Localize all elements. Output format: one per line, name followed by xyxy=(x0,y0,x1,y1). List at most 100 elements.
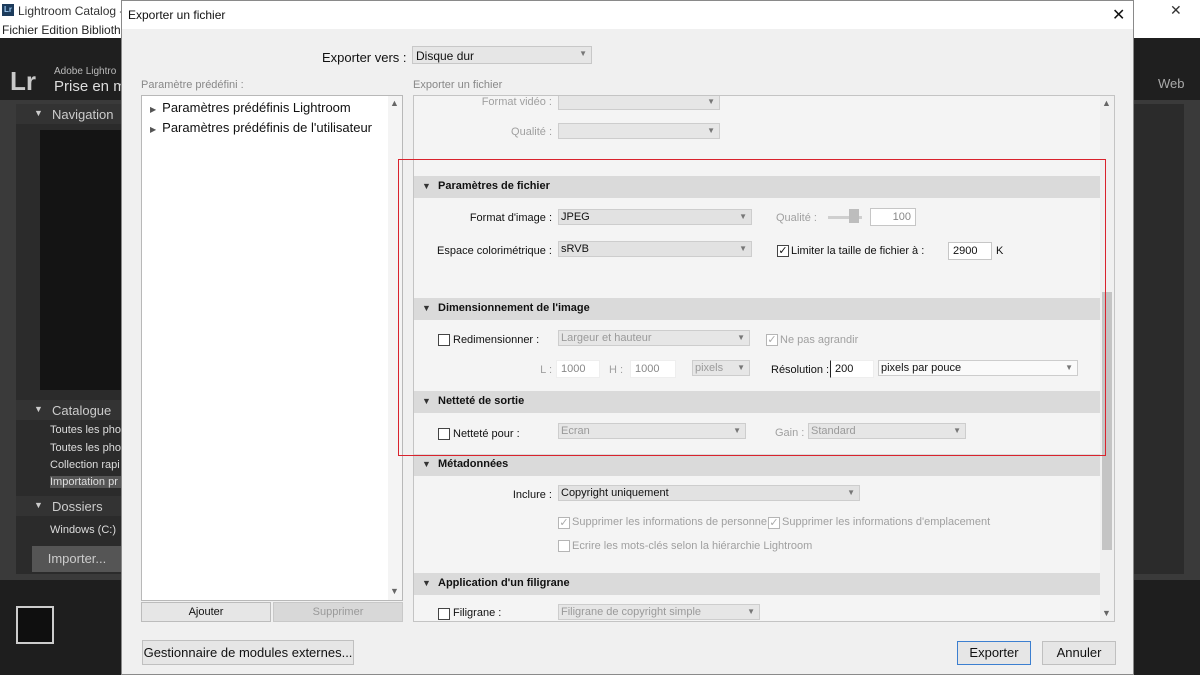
settings-scrollbar[interactable]: ▲ ▼ xyxy=(1100,96,1114,621)
quality-input[interactable]: 100 xyxy=(870,208,916,226)
remove-location-info-checkbox[interactable]: ✓ xyxy=(768,517,780,529)
resolution-input[interactable]: 200 xyxy=(830,360,874,378)
width-input[interactable]: 1000 xyxy=(556,360,600,378)
preset-scrollbar[interactable]: ▲ ▼ xyxy=(388,96,402,600)
watermark-header[interactable]: ▼ Application d'un filigrane xyxy=(414,573,1100,595)
catalog-item[interactable]: Collection rapi xyxy=(50,459,122,471)
file-settings-header[interactable]: ▼ Paramètres de fichier xyxy=(414,176,1100,198)
resize-mode-select[interactable]: Largeur et hauteur ▼ xyxy=(558,330,750,346)
scroll-up-icon[interactable]: ▲ xyxy=(390,98,399,108)
sharpen-label: Netteté pour : xyxy=(453,428,520,440)
catalog-item[interactable]: Toutes les pho xyxy=(50,442,122,454)
close-icon[interactable]: ✕ xyxy=(1112,5,1125,25)
scrollbar-thumb[interactable] xyxy=(1102,292,1112,550)
folder-volume[interactable]: Windows (C:) xyxy=(50,524,122,536)
navigator-panel-header[interactable]: ▼ Navigation xyxy=(16,104,122,124)
scroll-down-icon[interactable]: ▼ xyxy=(1102,608,1111,618)
sharpen-checkbox[interactable] xyxy=(438,428,450,440)
no-enlarge-label: Ne pas agrandir xyxy=(780,334,859,346)
lightroom-close-icon[interactable]: ✕ xyxy=(1170,2,1182,19)
quality-label: Qualité : xyxy=(776,212,817,224)
size-unit-select[interactable]: pixels ▼ xyxy=(692,360,750,376)
image-sizing-header[interactable]: ▼ Dimensionnement de l'image xyxy=(414,298,1100,320)
collapse-icon: ▼ xyxy=(34,500,43,510)
chevron-down-icon: ▼ xyxy=(579,49,587,58)
catalog-item[interactable]: Toutes les pho xyxy=(50,424,122,436)
gain-select[interactable]: Standard ▼ xyxy=(808,423,966,439)
resize-checkbox[interactable] xyxy=(438,334,450,346)
folders-panel-header[interactable]: ▼ Dossiers xyxy=(16,496,122,516)
chevron-down-icon: ▼ xyxy=(737,363,745,372)
image-format-label: Format d'image : xyxy=(469,212,552,224)
export-to-label: Exporter vers : xyxy=(322,50,407,65)
output-sharpening-header[interactable]: ▼ Netteté de sortie xyxy=(414,391,1100,413)
plugin-manager-button[interactable]: Gestionnaire de modules externes... xyxy=(142,640,354,665)
collapse-icon: ▼ xyxy=(422,303,431,313)
scroll-down-icon[interactable]: ▼ xyxy=(390,586,399,596)
chevron-down-icon: ▼ xyxy=(1065,363,1073,372)
folders-label: Dossiers xyxy=(52,499,103,514)
chevron-down-icon: ▼ xyxy=(953,426,961,435)
dialog-title: Exporter un fichier xyxy=(128,8,226,22)
preset-label: Paramètre prédéfini : xyxy=(141,79,244,91)
keyword-hierarchy-checkbox[interactable] xyxy=(558,540,570,552)
lightroom-logo: Lr xyxy=(10,66,36,96)
lightroom-right-panel xyxy=(1134,104,1184,574)
limit-size-checkbox[interactable]: ✓ xyxy=(777,245,789,257)
catalog-panel-header[interactable]: ▼ Catalogue xyxy=(16,400,122,420)
video-quality-select[interactable]: ▼ xyxy=(558,123,720,139)
resize-label: Redimensionner : xyxy=(453,334,540,346)
quality-slider-thumb[interactable] xyxy=(849,209,859,223)
watermark-value: Filigrane de copyright simple xyxy=(561,606,702,618)
sharpen-for-value: Ecran xyxy=(561,425,590,437)
lightroom-app-icon: Lr xyxy=(2,4,14,16)
export-to-value: Disque dur xyxy=(416,49,475,63)
colorspace-select[interactable]: sRVB ▼ xyxy=(558,241,752,257)
height-input[interactable]: 1000 xyxy=(630,360,676,378)
metadata-include-label: Inclure : xyxy=(512,489,552,501)
collapse-icon: ▼ xyxy=(422,459,431,469)
export-button[interactable]: Exporter xyxy=(957,641,1031,665)
chevron-down-icon: ▼ xyxy=(847,488,855,497)
catalog-item-selected[interactable]: Importation pr xyxy=(50,476,122,488)
keyword-hierarchy-label: Ecrire les mots-clés selon la hiérarchie… xyxy=(572,540,813,552)
preset-list: ▶ Paramètres prédéfinis Lightroom ▶ Paramè… xyxy=(141,95,403,601)
filmstrip-thumbnail[interactable] xyxy=(16,606,54,644)
chevron-down-icon: ▼ xyxy=(747,607,755,616)
video-format-select[interactable]: ▼ xyxy=(558,96,720,110)
resolution-unit-value: pixels par pouce xyxy=(881,362,962,374)
watermark-select[interactable]: Filigrane de copyright simple ▼ xyxy=(558,604,760,620)
preset-group-user[interactable]: ▶ Paramètres prédéfinis de l'utilisateur xyxy=(150,120,372,135)
metadata-include-value: Copyright uniquement xyxy=(561,487,669,499)
remove-preset-button[interactable]: Supprimer xyxy=(273,602,403,622)
navigator-label: Navigation xyxy=(52,107,114,122)
add-preset-button[interactable]: Ajouter xyxy=(141,602,271,622)
chevron-down-icon: ▼ xyxy=(733,426,741,435)
section-title: Métadonnées xyxy=(438,458,509,470)
scroll-up-icon[interactable]: ▲ xyxy=(1102,98,1111,108)
lightroom-menu[interactable]: Fichier Edition Bibliothè xyxy=(2,23,127,37)
width-label: L : xyxy=(540,364,552,376)
watermark-checkbox[interactable] xyxy=(438,608,450,620)
expand-icon[interactable]: ▶ xyxy=(150,105,156,114)
no-enlarge-checkbox[interactable]: ✓ xyxy=(766,334,778,346)
expand-icon[interactable]: ▶ xyxy=(150,125,156,134)
preset-group-lightroom[interactable]: ▶ Paramètres prédéfinis Lightroom xyxy=(150,100,351,115)
lightroom-left-panel: ▼ Navigation ▼ Catalogue Toutes les pho … xyxy=(16,104,122,574)
image-format-select[interactable]: JPEG ▼ xyxy=(558,209,752,225)
import-button[interactable]: Importer... xyxy=(32,546,122,572)
lightroom-window-title: Lightroom Catalog - xyxy=(18,4,124,18)
module-web[interactable]: Web xyxy=(1158,76,1185,91)
cancel-button[interactable]: Annuler xyxy=(1042,641,1116,665)
export-to-select[interactable]: Disque dur ▼ xyxy=(412,46,592,64)
chevron-down-icon: ▼ xyxy=(739,244,747,253)
metadata-include-select[interactable]: Copyright uniquement ▼ xyxy=(558,485,860,501)
metadata-header[interactable]: ▼ Métadonnées xyxy=(414,454,1100,476)
sharpen-for-select[interactable]: Ecran ▼ xyxy=(558,423,746,439)
resolution-unit-select[interactable]: pixels par pouce ▼ xyxy=(878,360,1078,376)
remove-person-info-label: Supprimer les informations de personne xyxy=(572,516,768,528)
remove-location-info-label: Supprimer les informations d'emplacement xyxy=(782,516,991,528)
remove-person-info-checkbox[interactable]: ✓ xyxy=(558,517,570,529)
section-title: Paramètres de fichier xyxy=(438,180,550,192)
limit-size-input[interactable]: 2900 xyxy=(948,242,992,260)
